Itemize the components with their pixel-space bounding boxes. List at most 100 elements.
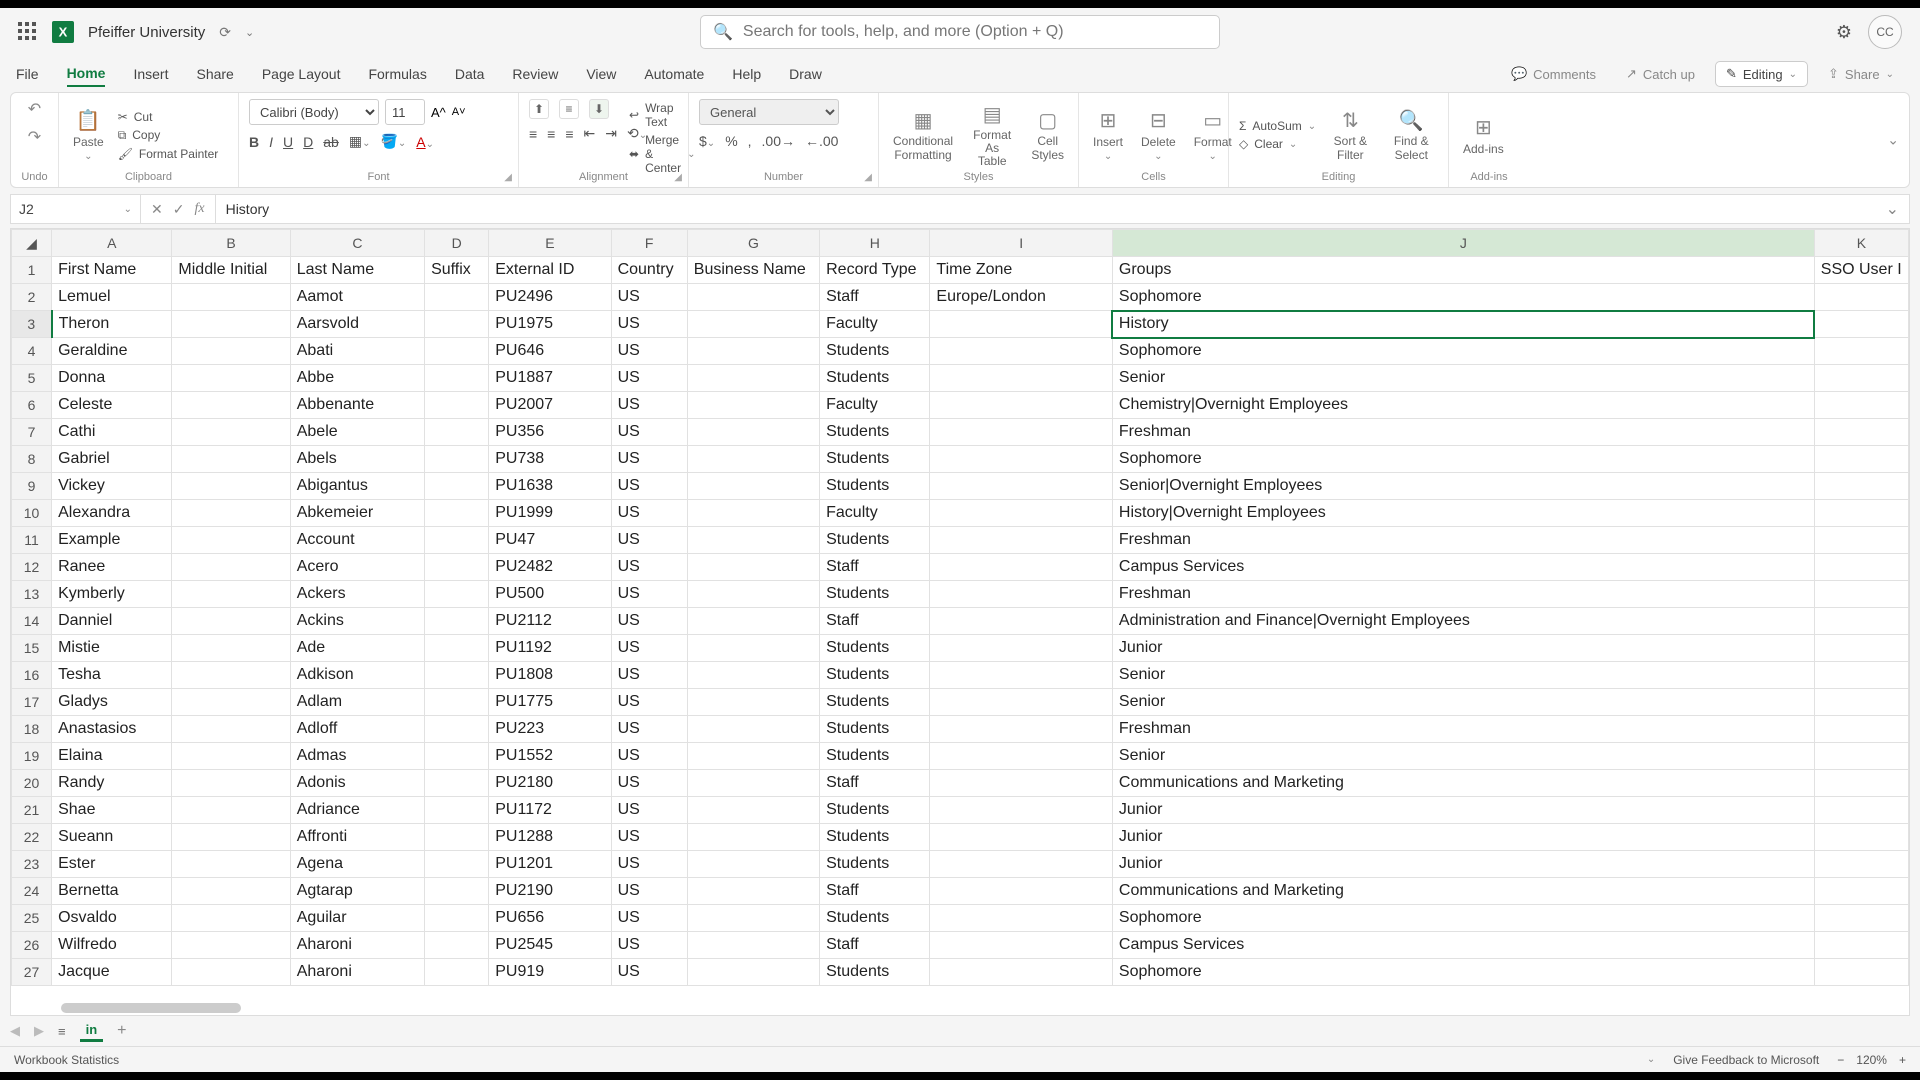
cell[interactable]: Sophomore (1112, 284, 1814, 311)
cell[interactable]: US (611, 959, 687, 986)
cell[interactable]: US (611, 473, 687, 500)
cell[interactable] (172, 392, 290, 419)
formula-input[interactable]: History (216, 201, 1876, 217)
increase-indent-button[interactable]: ⇥ (605, 125, 617, 142)
cell[interactable]: Sophomore (1112, 959, 1814, 986)
cell[interactable] (425, 338, 489, 365)
format-painter-button[interactable]: 🖌Format Painter (118, 147, 219, 161)
cell[interactable] (687, 581, 819, 608)
cell[interactable]: Anastasios (52, 716, 172, 743)
cell[interactable]: Students (820, 338, 930, 365)
cell[interactable] (1814, 527, 1908, 554)
cell[interactable]: Staff (820, 284, 930, 311)
cell[interactable]: Adonis (290, 770, 424, 797)
format-as-table-button[interactable]: ▤Format As Table (967, 102, 1017, 169)
cell[interactable]: Jacque (52, 959, 172, 986)
cell[interactable] (930, 905, 1112, 932)
cell[interactable] (687, 419, 819, 446)
cell[interactable] (1814, 851, 1908, 878)
cell[interactable]: Abkemeier (290, 500, 424, 527)
row-header[interactable]: 7 (12, 419, 52, 446)
cell[interactable] (1814, 770, 1908, 797)
align-top-button[interactable]: ⬆ (529, 99, 549, 119)
cell[interactable]: Aamot (290, 284, 424, 311)
cell[interactable]: Students (820, 851, 930, 878)
tab-home[interactable]: Home (67, 61, 106, 87)
cell[interactable] (687, 743, 819, 770)
cell[interactable]: PU1201 (489, 851, 611, 878)
cell[interactable]: PU1975 (489, 311, 611, 338)
name-box[interactable]: J2⌄ (11, 195, 141, 223)
tab-view[interactable]: View (586, 62, 616, 86)
row-header[interactable]: 13 (12, 581, 52, 608)
italic-button[interactable]: I (269, 134, 273, 150)
cell[interactable]: Communications and Marketing (1112, 878, 1814, 905)
cell[interactable]: US (611, 905, 687, 932)
zoom-in-button[interactable]: + (1899, 1053, 1906, 1067)
cell[interactable]: US (611, 284, 687, 311)
cell[interactable]: Europe/London (930, 284, 1112, 311)
cell[interactable]: Students (820, 527, 930, 554)
row-header[interactable]: 15 (12, 635, 52, 662)
cell[interactable]: Theron (52, 311, 172, 338)
cell[interactable]: Osvaldo (52, 905, 172, 932)
addins-button[interactable]: ⊞Add-ins (1459, 115, 1508, 156)
cell[interactable]: Business Name (687, 257, 819, 284)
cell[interactable]: Celeste (52, 392, 172, 419)
cell[interactable]: US (611, 851, 687, 878)
cell[interactable]: Randy (52, 770, 172, 797)
cell[interactable] (687, 554, 819, 581)
cell[interactable] (1814, 716, 1908, 743)
row-header[interactable]: 24 (12, 878, 52, 905)
zoom-level[interactable]: 120% (1856, 1053, 1887, 1067)
cell[interactable]: US (611, 662, 687, 689)
cell[interactable]: Students (820, 689, 930, 716)
cell[interactable]: Junior (1112, 851, 1814, 878)
cell[interactable]: Elaina (52, 743, 172, 770)
cell[interactable]: PU1192 (489, 635, 611, 662)
refresh-icon[interactable]: ⟳ (219, 24, 231, 41)
cell[interactable]: Faculty (820, 500, 930, 527)
cell[interactable]: Kymberly (52, 581, 172, 608)
cell[interactable]: US (611, 716, 687, 743)
cell[interactable] (1814, 905, 1908, 932)
cell[interactable]: First Name (52, 257, 172, 284)
cell[interactable] (930, 878, 1112, 905)
spreadsheet-grid[interactable]: ◢ A B C D E F G H I J K 1First NameMiddl… (10, 228, 1910, 1016)
cell[interactable]: Acero (290, 554, 424, 581)
gear-icon[interactable]: ⚙ (1836, 22, 1852, 43)
cell[interactable] (425, 878, 489, 905)
tab-page-layout[interactable]: Page Layout (262, 62, 341, 86)
cell[interactable] (425, 527, 489, 554)
cell[interactable]: Agtarap (290, 878, 424, 905)
cell[interactable] (1814, 689, 1908, 716)
cell[interactable]: PU2112 (489, 608, 611, 635)
cell[interactable] (687, 716, 819, 743)
cell[interactable] (930, 608, 1112, 635)
cell[interactable]: US (611, 608, 687, 635)
cell[interactable]: Freshman (1112, 581, 1814, 608)
cell[interactable]: Students (820, 905, 930, 932)
cell[interactable]: Junior (1112, 797, 1814, 824)
font-size-input[interactable] (385, 99, 425, 125)
row-header[interactable]: 20 (12, 770, 52, 797)
alignment-dialog-launcher[interactable]: ◢ (674, 172, 682, 183)
double-underline-button[interactable]: D (303, 134, 313, 150)
cell[interactable]: PU1999 (489, 500, 611, 527)
cell[interactable]: Students (820, 473, 930, 500)
cell[interactable]: Ackers (290, 581, 424, 608)
row-header[interactable]: 26 (12, 932, 52, 959)
cell[interactable] (425, 689, 489, 716)
cell[interactable]: Alexandra (52, 500, 172, 527)
cell[interactable]: US (611, 689, 687, 716)
cell[interactable]: Freshman (1112, 527, 1814, 554)
horizontal-scrollbar[interactable] (61, 1003, 241, 1013)
cell[interactable]: Aharoni (290, 932, 424, 959)
comments-button[interactable]: 💬Comments (1501, 62, 1606, 86)
row-header[interactable]: 9 (12, 473, 52, 500)
cell[interactable]: Students (820, 716, 930, 743)
catchup-button[interactable]: ↗Catch up (1616, 62, 1705, 86)
strikethrough-button[interactable]: ab (323, 134, 339, 150)
cell[interactable]: PU1808 (489, 662, 611, 689)
cell[interactable]: Sophomore (1112, 905, 1814, 932)
